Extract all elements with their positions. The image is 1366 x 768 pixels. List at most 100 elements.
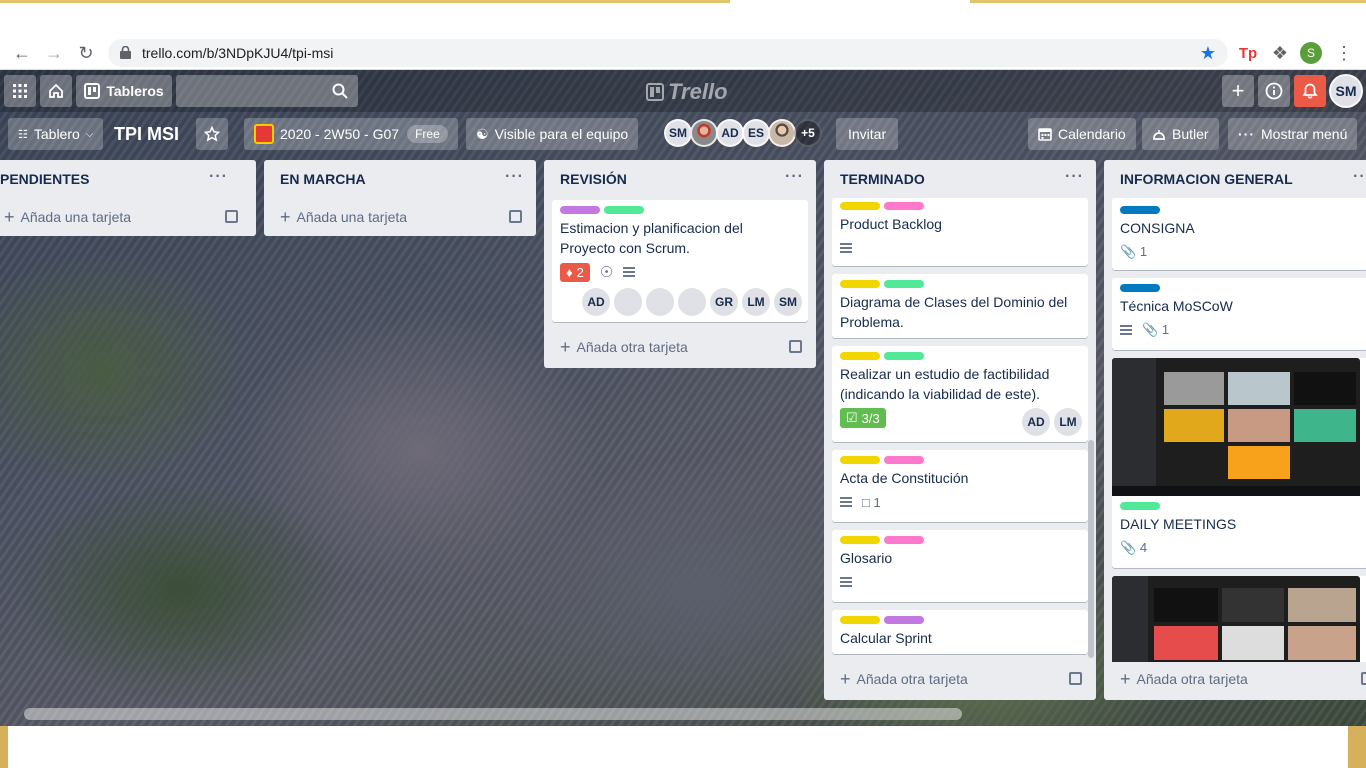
card[interactable]: Calcular Sprint: [832, 610, 1088, 654]
card-member-avatar[interactable]: AD: [582, 288, 610, 316]
card-member-photo[interactable]: [678, 288, 706, 316]
label-purple[interactable]: [560, 206, 600, 214]
paperclip-icon: 📎: [1142, 322, 1159, 337]
label-green[interactable]: [884, 352, 924, 360]
label-yellow[interactable]: [840, 352, 880, 360]
list-title[interactable]: INFORMACION GENERAL: [1104, 160, 1366, 198]
notification-count: 2: [576, 264, 584, 280]
label-green[interactable]: [884, 280, 924, 288]
list-menu-icon[interactable]: ···: [1353, 168, 1366, 186]
member-avatar[interactable]: AD: [716, 119, 744, 147]
board-title[interactable]: TPI MSI: [114, 124, 179, 145]
label-pink[interactable]: [884, 456, 924, 464]
label-pink[interactable]: [884, 536, 924, 544]
show-menu-label: Mostrar menú: [1261, 126, 1348, 142]
list-title[interactable]: TERMINADO: [824, 160, 1096, 198]
label-green[interactable]: [604, 206, 644, 214]
card-member-avatar[interactable]: LM: [742, 288, 770, 316]
member-photo-avatar[interactable]: [768, 119, 796, 147]
card-template-icon[interactable]: [509, 210, 522, 223]
card-member-avatar[interactable]: SM: [774, 288, 802, 316]
label-yellow[interactable]: [840, 280, 880, 288]
address-bar[interactable]: trello.com/b/3NDpKJU4/tpi-msi: [108, 39, 1228, 67]
back-icon[interactable]: ←: [10, 41, 34, 65]
card[interactable]: Estimacion y planificacion del Proyecto …: [552, 200, 808, 322]
calendar-button[interactable]: Calendario: [1028, 118, 1136, 150]
card-member-avatar[interactable]: LM: [1054, 408, 1082, 436]
visibility-button[interactable]: ☯ Visible para el equipo: [466, 118, 639, 150]
butler-label: Butler: [1172, 126, 1209, 142]
card[interactable]: Realizar un estudio de factibilidad (ind…: [832, 346, 1088, 442]
card[interactable]: DAILY MEETINGS 📎 4: [1112, 358, 1366, 568]
card[interactable]: CONSIGNA 📎 1: [1112, 198, 1366, 270]
card-member-avatar[interactable]: AD: [1022, 408, 1050, 436]
list-title[interactable]: REVISIÓN: [544, 160, 816, 198]
horizontal-scrollbar[interactable]: [24, 708, 962, 720]
star-board-icon[interactable]: [196, 118, 228, 150]
reload-icon[interactable]: ↻: [74, 41, 98, 65]
more-members-badge[interactable]: +5: [794, 119, 822, 147]
list-menu-icon[interactable]: ···: [785, 168, 804, 186]
boards-button[interactable]: Tableros: [76, 75, 172, 107]
card-template-icon[interactable]: [225, 210, 238, 223]
label-purple[interactable]: [884, 616, 924, 624]
home-icon[interactable]: [40, 75, 72, 107]
label-yellow[interactable]: [840, 536, 880, 544]
browser-menu-icon[interactable]: ⋮: [1332, 41, 1356, 65]
show-menu-button[interactable]: ··· Mostrar menú: [1228, 118, 1358, 150]
card[interactable]: Diagrama de Clases del Dominio del Probl…: [832, 274, 1088, 338]
add-card-button[interactable]: + Añada otra tarjeta: [824, 660, 1096, 698]
extension-tp-icon[interactable]: Tp: [1236, 41, 1260, 65]
member-photo-avatar[interactable]: [690, 119, 718, 147]
trello-logo[interactable]: Trello: [646, 79, 728, 105]
label-blue[interactable]: [1120, 284, 1160, 292]
list-menu-icon[interactable]: ···: [505, 168, 524, 186]
profile-avatar[interactable]: S: [1300, 42, 1322, 64]
card[interactable]: Glosario: [832, 530, 1088, 602]
label-yellow[interactable]: [840, 456, 880, 464]
apps-grid-icon[interactable]: [4, 75, 36, 107]
card-member-photo[interactable]: [646, 288, 674, 316]
add-card-button[interactable]: + Añada otra tarjeta: [544, 328, 816, 366]
info-icon[interactable]: [1258, 75, 1290, 107]
notifications-bell-icon[interactable]: [1294, 75, 1326, 107]
add-card-button[interactable]: + Añada otra tarjeta: [1104, 660, 1366, 698]
star-bookmark-icon[interactable]: ★: [1196, 41, 1220, 65]
checklist-icon: ☑: [846, 410, 858, 425]
card[interactable]: Product Backlog: [832, 198, 1088, 266]
card[interactable]: Técnica MoSCoW 📎 1: [1112, 278, 1366, 350]
invite-button[interactable]: Invitar: [836, 118, 899, 150]
create-plus-icon[interactable]: +: [1222, 75, 1254, 107]
card-title: Calcular Sprint: [840, 630, 932, 646]
team-button[interactable]: 2020 - 2W50 - G07 Free: [244, 118, 458, 150]
card-member-avatar[interactable]: GR: [710, 288, 738, 316]
label-pink[interactable]: [884, 202, 924, 210]
extensions-puzzle-icon[interactable]: ❖: [1268, 41, 1292, 65]
list-menu-icon[interactable]: ···: [1065, 168, 1084, 186]
user-avatar[interactable]: SM: [1329, 74, 1363, 108]
card-template-icon[interactable]: [1361, 672, 1366, 685]
search-input[interactable]: [176, 75, 358, 107]
label-yellow[interactable]: [840, 202, 880, 210]
card[interactable]: Acta de Constitución □ 1: [832, 450, 1088, 522]
add-card-button[interactable]: + Añada una tarjeta: [0, 198, 256, 236]
label-blue[interactable]: [1120, 206, 1160, 214]
board-view-switcher[interactable]: ☷ Tablero ⌵: [8, 118, 104, 150]
card-cover-image: [1112, 576, 1360, 662]
list-title[interactable]: EN MARCHA: [264, 160, 536, 198]
label-green[interactable]: [1120, 502, 1160, 510]
more-dots-icon: ···: [1238, 126, 1255, 142]
card-template-icon[interactable]: [1069, 672, 1082, 685]
forward-icon[interactable]: →: [42, 41, 66, 65]
card-template-icon[interactable]: [789, 340, 802, 353]
card[interactable]: [1112, 576, 1366, 662]
butler-button[interactable]: Butler: [1142, 118, 1219, 150]
watch-eye-icon: ☉: [599, 264, 614, 281]
member-avatar[interactable]: ES: [742, 119, 770, 147]
add-card-button[interactable]: + Añada una tarjeta: [264, 198, 536, 236]
member-avatar[interactable]: SM: [664, 119, 692, 147]
label-yellow[interactable]: [840, 616, 880, 624]
card-member-photo[interactable]: [614, 288, 642, 316]
vertical-scrollbar[interactable]: [1088, 440, 1094, 658]
list-menu-icon[interactable]: ···: [209, 168, 228, 186]
